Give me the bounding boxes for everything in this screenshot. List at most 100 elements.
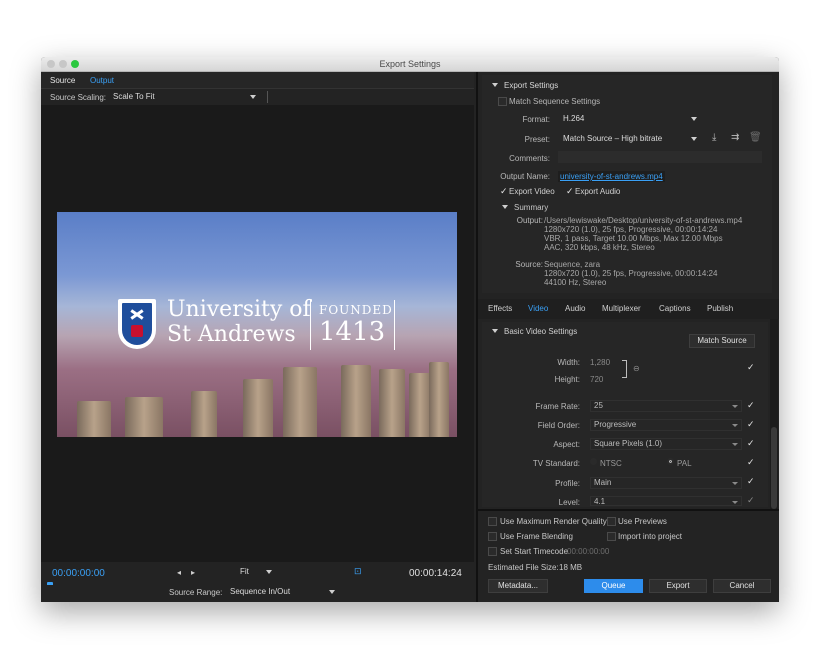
ntsc-label: NTSC [600, 459, 622, 468]
source-range-dropdown[interactable]: Sequence In/Out [225, 586, 340, 598]
source-output-tabs: Source Output [41, 72, 474, 89]
aspect-value: Square Pixels (1.0) [594, 439, 663, 448]
import-preset-icon[interactable]: ⇉ [731, 132, 739, 143]
fence-post [283, 367, 317, 437]
start-tc-value[interactable]: 00:00:00:00 [567, 547, 609, 556]
disclosure-triangle-icon[interactable] [492, 329, 498, 333]
output-name-link[interactable]: university-of-st-andrews.mp4 [558, 171, 665, 182]
crop-output-icon[interactable]: ⊡ [354, 566, 362, 577]
profile-dropdown[interactable]: Main [590, 477, 742, 489]
delete-preset-icon[interactable]: 🗑 [749, 132, 762, 143]
match-source-button[interactable]: Match Source [689, 334, 755, 348]
width-value[interactable]: 1,280 [590, 358, 610, 367]
zoom-window-button[interactable] [71, 60, 79, 68]
level-dropdown[interactable]: 4.1 [590, 496, 742, 506]
queue-button[interactable]: Queue [584, 579, 643, 593]
tab-multiplexer[interactable]: Multiplexer [602, 304, 641, 313]
tab-video[interactable]: Video [528, 304, 548, 313]
match-sequence-label: Match Sequence Settings [509, 97, 601, 106]
tab-publish[interactable]: Publish [707, 304, 733, 313]
fit-value: Fit [240, 567, 249, 576]
metadata-button[interactable]: Metadata... [488, 579, 548, 593]
use-previews-checkbox[interactable] [607, 517, 616, 526]
frame-rate-checkbox[interactable]: ✓ [747, 400, 755, 411]
export-audio-checkbox[interactable]: ✓ [566, 186, 574, 197]
tab-source[interactable]: Source [50, 76, 75, 85]
preset-dropdown[interactable]: Match Source – High bitrate [558, 133, 702, 145]
summary-source-label: Source: [515, 260, 543, 269]
fence-post [243, 379, 273, 437]
pal-radio[interactable] [667, 458, 674, 465]
preview-panel: Source Output Source Scaling: Scale To F… [41, 72, 474, 602]
profile-label: Profile: [555, 479, 580, 488]
source-scaling-dropdown[interactable]: Scale To Fit [108, 91, 261, 103]
fence-post [379, 369, 405, 437]
export-settings-section: Export Settings Match Sequence Settings … [482, 75, 772, 293]
source-scaling-label: Source Scaling: [50, 93, 107, 102]
field-order-label: Field Order: [537, 421, 580, 430]
frame-blending-checkbox[interactable] [488, 532, 497, 541]
settings-scrollbar[interactable] [770, 319, 778, 509]
mark-in-icon[interactable]: ◂ [177, 568, 181, 577]
field-order-dropdown[interactable]: Progressive [590, 419, 742, 431]
tab-captions[interactable]: Captions [659, 304, 691, 313]
export-options-section: Use Maximum Render Quality Use Previews … [478, 509, 779, 602]
export-video-checkbox[interactable]: ✓ [500, 186, 508, 197]
timecode-end: 00:00:14:24 [409, 568, 462, 579]
logo-divider [310, 300, 311, 350]
basic-video-section: Basic Video Settings Match Source Width:… [482, 322, 768, 507]
level-checkbox[interactable]: ✓ [747, 495, 755, 506]
timecode-start[interactable]: 00:00:00:00 [52, 568, 105, 579]
ntsc-radio[interactable] [590, 458, 597, 465]
dimensions-checkbox[interactable]: ✓ [747, 362, 755, 373]
height-value[interactable]: 720 [590, 375, 603, 384]
mark-out-icon[interactable]: ▸ [191, 568, 195, 577]
save-preset-icon[interactable]: ⤓ [712, 132, 716, 143]
video-preview: University of St Andrews FOUNDED 1413 [57, 212, 457, 437]
summary-output-line: 1280x720 (1.0), 25 fps, Progressive, 00:… [544, 225, 718, 234]
format-dropdown[interactable]: H.264 [558, 113, 702, 125]
max-render-checkbox[interactable] [488, 517, 497, 526]
export-video-label: Export Video [509, 187, 555, 196]
import-project-label: Import into project [618, 532, 683, 541]
minimize-window-button[interactable] [59, 60, 67, 68]
chain-link-icon[interactable]: ⊖ [633, 364, 640, 373]
tab-audio[interactable]: Audio [565, 304, 585, 313]
comments-input[interactable] [558, 151, 762, 163]
field-order-checkbox[interactable]: ✓ [747, 419, 755, 430]
summary-source-line: Sequence, zara [544, 260, 601, 269]
set-start-tc-checkbox[interactable] [488, 547, 497, 556]
source-scaling-value: Scale To Fit [113, 92, 155, 101]
frame-rate-dropdown[interactable]: 25 [590, 400, 742, 412]
chevron-down-icon [691, 137, 697, 141]
summary-header: Summary [514, 203, 549, 212]
frame-rate-value: 25 [594, 401, 603, 410]
aspect-label: Aspect: [553, 440, 580, 449]
disclosure-triangle-icon[interactable] [492, 83, 498, 87]
cancel-button[interactable]: Cancel [713, 579, 771, 593]
pal-label: PAL [677, 459, 692, 468]
format-value: H.264 [563, 114, 585, 123]
max-render-label: Use Maximum Render Quality [500, 517, 607, 526]
tab-effects[interactable]: Effects [488, 304, 512, 313]
import-project-checkbox[interactable] [607, 532, 616, 541]
aspect-dropdown[interactable]: Square Pixels (1.0) [590, 438, 742, 450]
fit-dropdown[interactable]: Fit [235, 566, 277, 578]
tv-standard-checkbox[interactable]: ✓ [747, 457, 755, 468]
tab-output[interactable]: Output [90, 76, 114, 85]
scrollbar-thumb[interactable] [771, 427, 777, 509]
match-sequence-checkbox[interactable] [498, 97, 507, 106]
frame-rate-label: Frame Rate: [535, 402, 580, 411]
profile-checkbox[interactable]: ✓ [747, 476, 755, 487]
aspect-checkbox[interactable]: ✓ [747, 438, 755, 449]
preset-value: Match Source – High bitrate [563, 134, 663, 143]
disclosure-triangle-icon[interactable] [502, 205, 508, 209]
chevron-down-icon [732, 424, 738, 427]
export-button[interactable]: Export [649, 579, 707, 593]
comments-label: Comments: [509, 154, 550, 163]
chevron-down-icon [732, 443, 738, 446]
logo-divider-right [394, 300, 395, 350]
close-window-button[interactable] [47, 60, 55, 68]
summary-output-line: /Users/lewiswake/Desktop/university-of-s… [544, 216, 743, 225]
chevron-down-icon [329, 590, 335, 594]
